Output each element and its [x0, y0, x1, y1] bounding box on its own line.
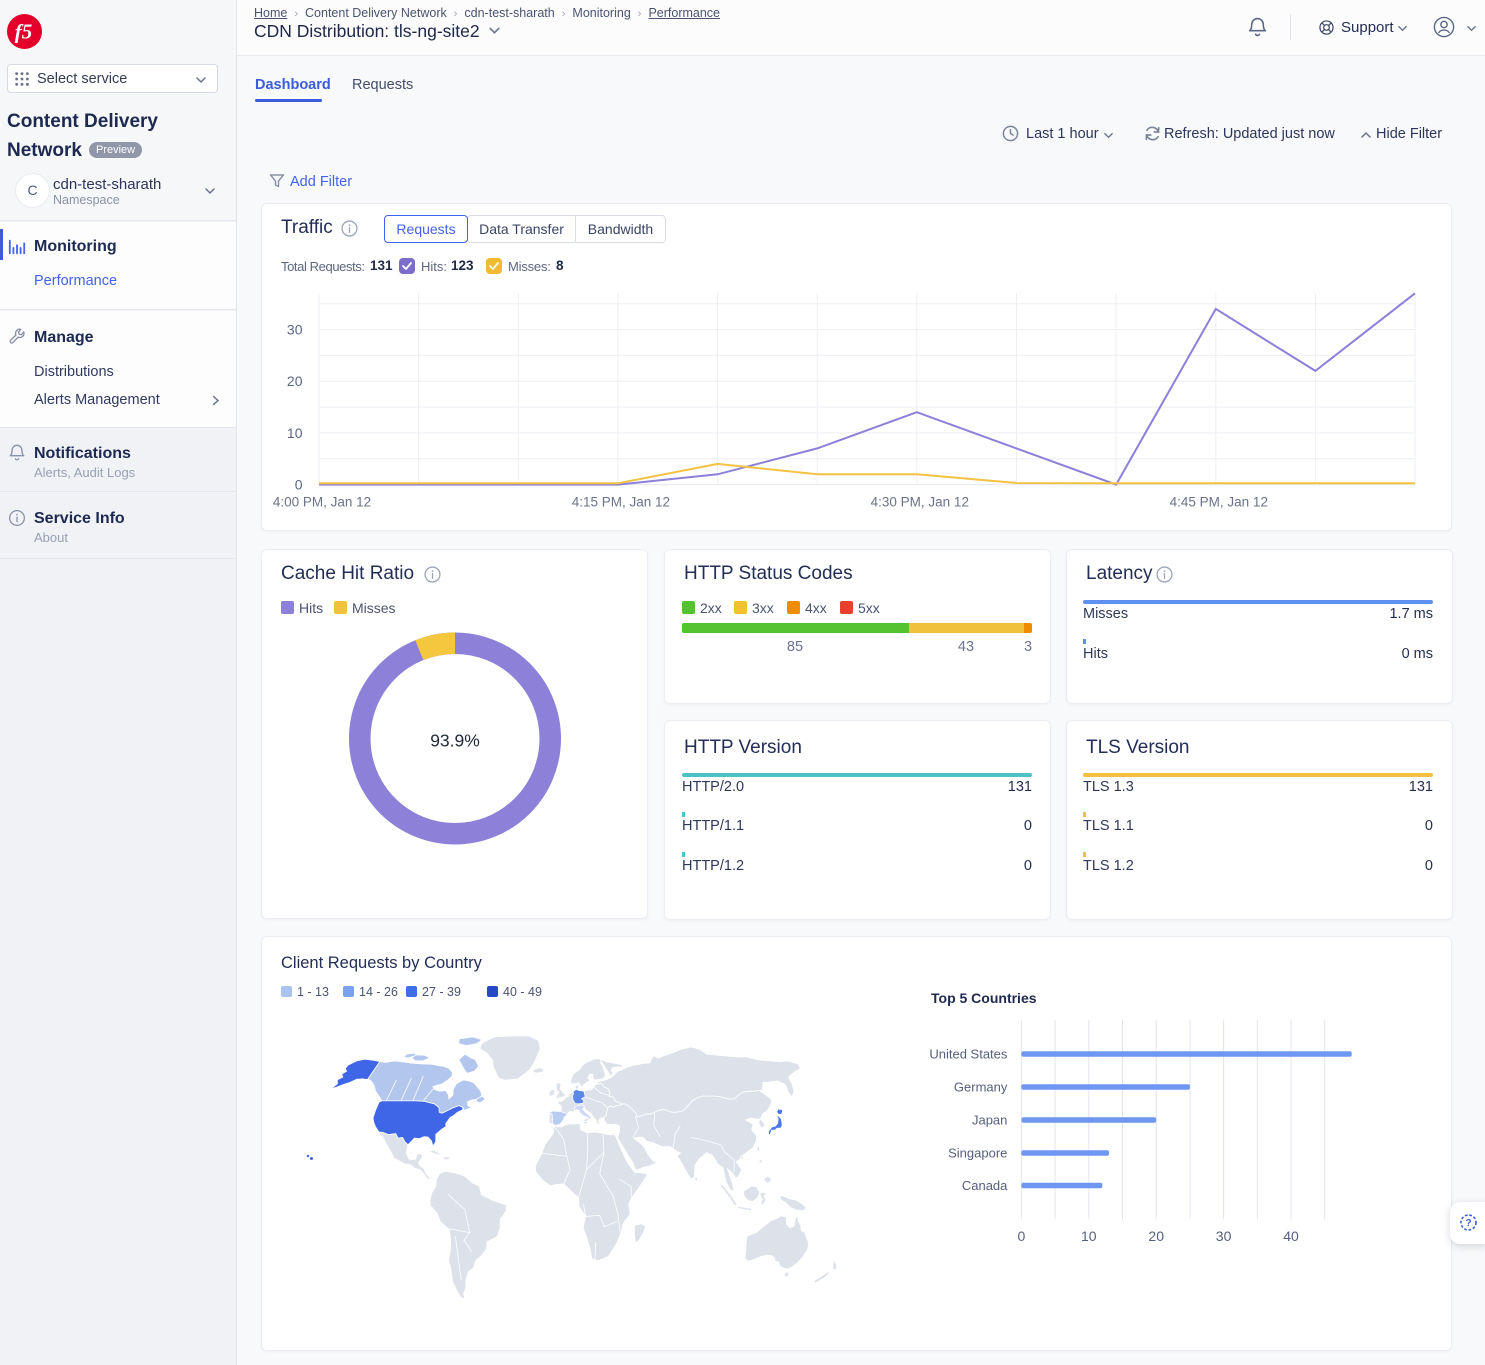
svg-text:0: 0	[1018, 1228, 1026, 1244]
svg-text:United States: United States	[929, 1046, 1008, 1061]
svg-text:93.9%: 93.9%	[430, 731, 480, 751]
svg-text:4:30 PM, Jan 12: 4:30 PM, Jan 12	[871, 495, 969, 510]
svg-text:40: 40	[1283, 1228, 1299, 1244]
svg-text:f5: f5	[15, 20, 33, 44]
svg-text:4:45 PM, Jan 12: 4:45 PM, Jan 12	[1170, 495, 1268, 510]
svg-text:20: 20	[287, 373, 303, 389]
svg-text:30: 30	[287, 322, 303, 338]
svg-text:Canada: Canada	[962, 1178, 1008, 1193]
svg-text:30: 30	[1216, 1228, 1232, 1244]
svg-text:4:00 PM, Jan 12: 4:00 PM, Jan 12	[273, 495, 371, 510]
svg-text:Germany: Germany	[954, 1080, 1008, 1095]
svg-text:?: ?	[1465, 1218, 1471, 1229]
svg-text:Japan: Japan	[972, 1112, 1007, 1127]
svg-text:0: 0	[295, 477, 303, 493]
svg-text:20: 20	[1148, 1228, 1164, 1244]
svg-text:Singapore: Singapore	[948, 1146, 1007, 1161]
svg-text:10: 10	[287, 425, 303, 441]
svg-text:10: 10	[1081, 1228, 1097, 1244]
svg-text:4:15 PM, Jan 12: 4:15 PM, Jan 12	[572, 495, 670, 510]
